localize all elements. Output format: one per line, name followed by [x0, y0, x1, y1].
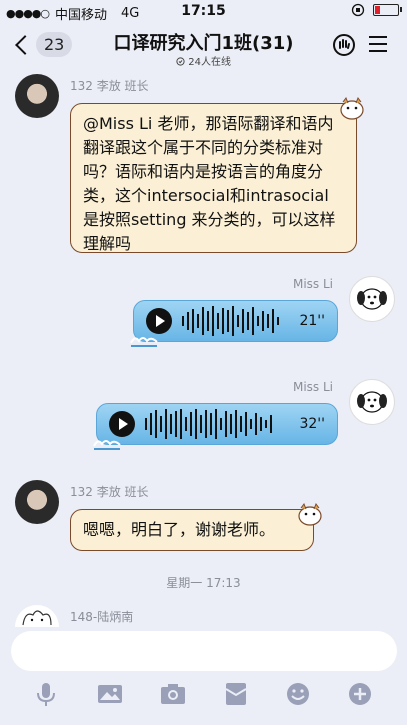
battery-icon: [373, 4, 402, 16]
voice-duration: 32'': [299, 416, 325, 432]
message-timestamp: 星期一 17:13: [166, 576, 241, 590]
orientation-lock-icon: [351, 3, 365, 17]
input-toolbar: [0, 680, 407, 720]
wave-decoration-icon: [130, 337, 158, 347]
message-text: 嗯嗯，明白了，谢谢老师。: [83, 520, 276, 539]
avatar[interactable]: [349, 379, 395, 425]
sender-name: Miss Li: [292, 277, 333, 291]
camera-icon[interactable]: [159, 680, 187, 708]
image-icon[interactable]: [96, 680, 124, 708]
avatar[interactable]: [15, 480, 59, 524]
menu-icon[interactable]: [369, 36, 387, 52]
wave-decoration-icon: [93, 440, 121, 450]
nav-bar: 23 口译研究入门1班(31) 24人在线: [0, 22, 407, 72]
message-input[interactable]: [11, 631, 397, 671]
avatar[interactable]: [15, 605, 59, 627]
plus-icon[interactable]: [346, 680, 374, 708]
microphone-icon[interactable]: [32, 680, 60, 708]
waveform: [145, 407, 272, 441]
hand-gesture-icon[interactable]: [333, 34, 355, 56]
dog-avatar-icon: [357, 391, 387, 413]
sender-name: 132 李放 班长: [70, 485, 149, 499]
status-bar: ●●●●○ 中国移动 4G 17:15: [0, 0, 407, 23]
play-icon[interactable]: [109, 411, 135, 437]
dog-avatar-icon: [357, 288, 387, 310]
sketch-avatar-icon: [22, 610, 52, 626]
cat-sticker-icon: [298, 502, 322, 526]
red-packet-icon[interactable]: [222, 680, 250, 708]
waveform: [182, 304, 279, 338]
emoji-icon[interactable]: [284, 680, 312, 708]
message-bubble[interactable]: @Miss Li 老师，那语际翻译和语内翻译跟这个属于不同的分类标准对吗？语际和…: [70, 103, 357, 253]
cat-sticker-icon: [340, 96, 364, 120]
avatar[interactable]: [349, 276, 395, 322]
sender-name: 148-陆炳南: [70, 610, 134, 624]
sender-name: Miss Li: [292, 380, 333, 394]
voice-duration: 21'': [299, 313, 325, 329]
online-icon: [176, 57, 185, 66]
voice-message[interactable]: 21'': [130, 300, 338, 347]
sender-name: 132 李放 班长: [70, 79, 149, 93]
online-count-label: 24人在线: [188, 57, 231, 68]
avatar[interactable]: [15, 74, 59, 118]
play-icon[interactable]: [146, 308, 172, 334]
voice-message[interactable]: 32'': [93, 403, 338, 450]
clock: 17:15: [181, 3, 226, 19]
message-text: @Miss Li 老师，那语际翻译和语内翻译跟这个属于不同的分类标准对吗？语际和…: [83, 114, 336, 253]
message-bubble[interactable]: 嗯嗯，明白了，谢谢老师。: [70, 509, 314, 551]
